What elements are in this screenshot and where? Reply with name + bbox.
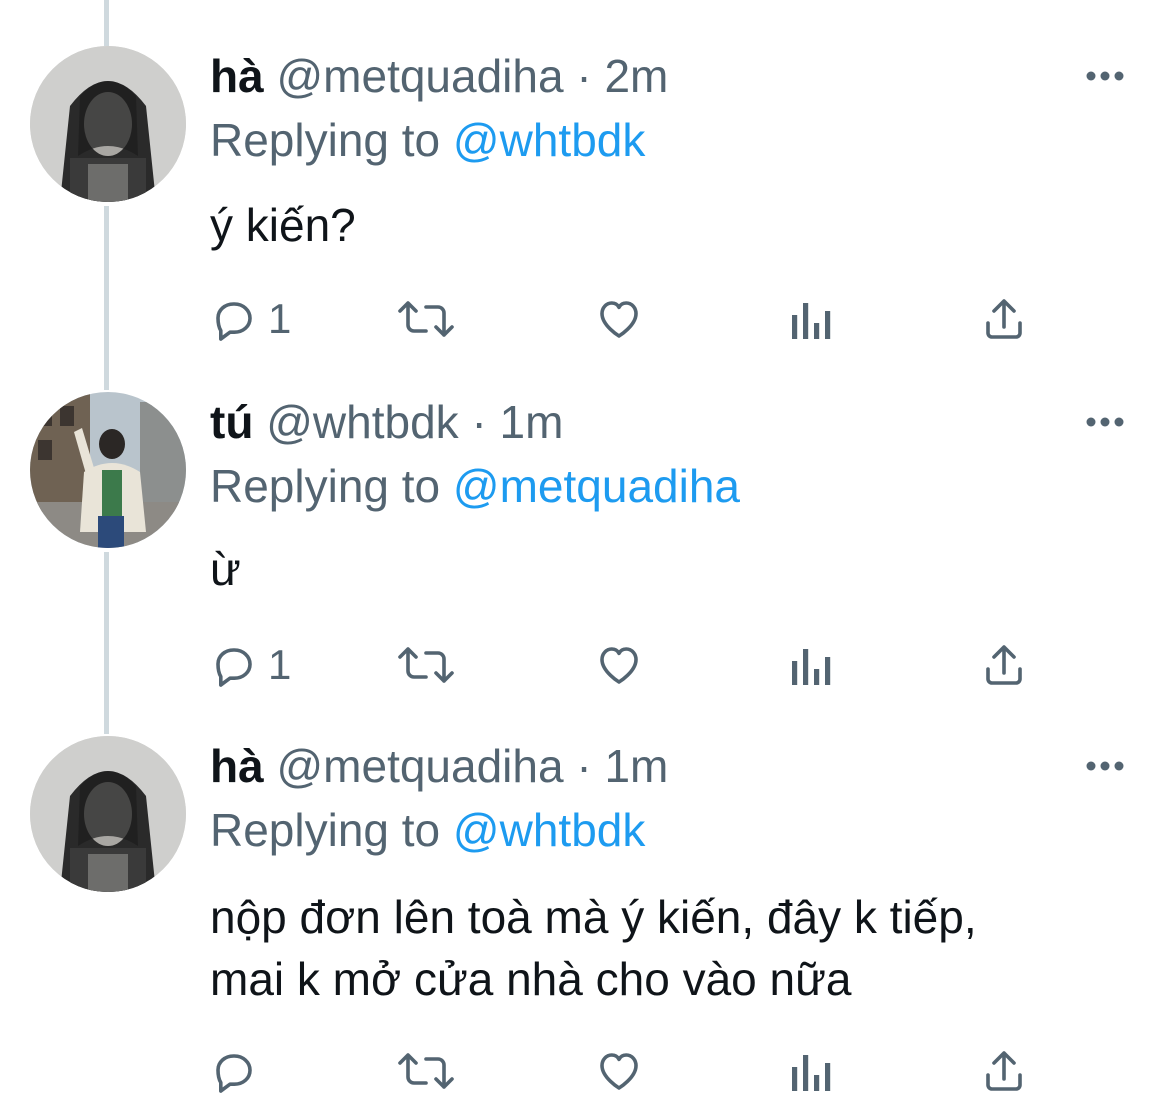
display-name[interactable]: tú <box>210 396 253 448</box>
timestamp[interactable]: 1m <box>500 396 564 448</box>
tweet[interactable]: tú @whtbdk · 1m Replying to @metquadiha … <box>0 392 1167 692</box>
tweet-text: ý kiến? <box>210 194 356 256</box>
retweet-icon <box>398 301 454 337</box>
reply-icon <box>216 1054 252 1093</box>
analytics-icon <box>792 303 831 339</box>
like-button[interactable] <box>594 640 644 690</box>
avatar[interactable] <box>30 736 186 892</box>
mention-link[interactable]: @whtbdk <box>453 804 645 856</box>
separator-dot: · <box>576 50 592 102</box>
replying-to-line: Replying to @whtbdk <box>210 110 645 170</box>
replying-to-label: Replying to <box>210 114 441 166</box>
user-handle[interactable]: @whtbdk <box>266 396 458 448</box>
tweet-text-line: ý kiến? <box>210 199 356 251</box>
analytics-icon <box>792 1055 831 1091</box>
analytics-button[interactable] <box>788 294 832 344</box>
tweet-header: tú @whtbdk · 1m <box>210 392 563 452</box>
display-name[interactable]: hà <box>210 740 264 792</box>
analytics-button[interactable] <box>788 640 832 690</box>
user-handle[interactable]: @metquadiha <box>276 50 563 102</box>
heart-icon <box>600 1053 638 1090</box>
heart-icon <box>600 301 638 338</box>
reply-count: 1 <box>268 641 292 688</box>
avatar[interactable] <box>30 46 186 202</box>
replying-to-line: Replying to @whtbdk <box>210 800 645 860</box>
reply-icon <box>216 648 252 687</box>
user-handle[interactable]: @metquadiha <box>276 740 563 792</box>
reply-icon <box>216 302 252 341</box>
avatar-street-photo-image <box>30 392 186 548</box>
tweet-text-line: ừ <box>210 543 241 595</box>
replying-to-line: Replying to @metquadiha <box>210 456 740 516</box>
like-button[interactable] <box>594 1046 644 1096</box>
retweet-button[interactable] <box>396 294 456 344</box>
avatar-portrait-image <box>30 46 186 202</box>
tweet-header: hà @metquadiha · 2m <box>210 46 668 106</box>
analytics-button[interactable] <box>788 1046 832 1096</box>
tweet[interactable]: hà @metquadiha · 1m Replying to @whtbdk … <box>0 736 1167 1106</box>
retweet-icon <box>398 1053 454 1089</box>
retweet-button[interactable] <box>396 640 456 690</box>
display-name[interactable]: hà <box>210 50 264 102</box>
tweet-text-line: nộp đơn lên toà mà ý kiến, đây k tiếp, <box>210 891 977 943</box>
share-button[interactable] <box>980 294 1028 344</box>
more-icon[interactable] <box>1084 412 1126 432</box>
share-button[interactable] <box>980 1046 1028 1096</box>
reply-count: 1 <box>268 295 292 342</box>
analytics-icon <box>792 649 831 685</box>
separator-dot: · <box>576 740 592 792</box>
reply-button[interactable] <box>210 1046 268 1096</box>
tweet-text: ừ <box>210 538 241 600</box>
tweet-text: nộp đơn lên toà mà ý kiến, đây k tiếp, m… <box>210 886 977 1010</box>
like-button[interactable] <box>594 294 644 344</box>
replying-to-label: Replying to <box>210 460 441 512</box>
avatar[interactable] <box>30 392 186 548</box>
mention-link[interactable]: @metquadiha <box>453 460 740 512</box>
reply-button[interactable]: 1 <box>210 294 291 344</box>
replying-to-label: Replying to <box>210 804 441 856</box>
heart-icon <box>600 647 638 684</box>
share-button[interactable] <box>980 640 1028 690</box>
tweet-header: hà @metquadiha · 1m <box>210 736 668 796</box>
separator-dot: · <box>471 396 487 448</box>
retweet-icon <box>398 647 454 683</box>
more-icon[interactable] <box>1084 756 1126 776</box>
thread-line-top <box>104 0 109 46</box>
retweet-button[interactable] <box>396 1046 456 1096</box>
share-icon <box>986 299 1022 339</box>
reply-button[interactable]: 1 <box>210 640 291 690</box>
tweet[interactable]: hà @metquadiha · 2m Replying to @whtbdk … <box>0 46 1167 346</box>
more-icon[interactable] <box>1084 66 1126 86</box>
tweet-text-line: mai k mở cửa nhà cho vào nữa <box>210 953 852 1005</box>
timestamp[interactable]: 2m <box>604 50 668 102</box>
mention-link[interactable]: @whtbdk <box>453 114 645 166</box>
avatar-portrait-image <box>30 736 186 892</box>
timestamp[interactable]: 1m <box>604 740 668 792</box>
share-icon <box>986 1051 1022 1091</box>
share-icon <box>986 645 1022 685</box>
